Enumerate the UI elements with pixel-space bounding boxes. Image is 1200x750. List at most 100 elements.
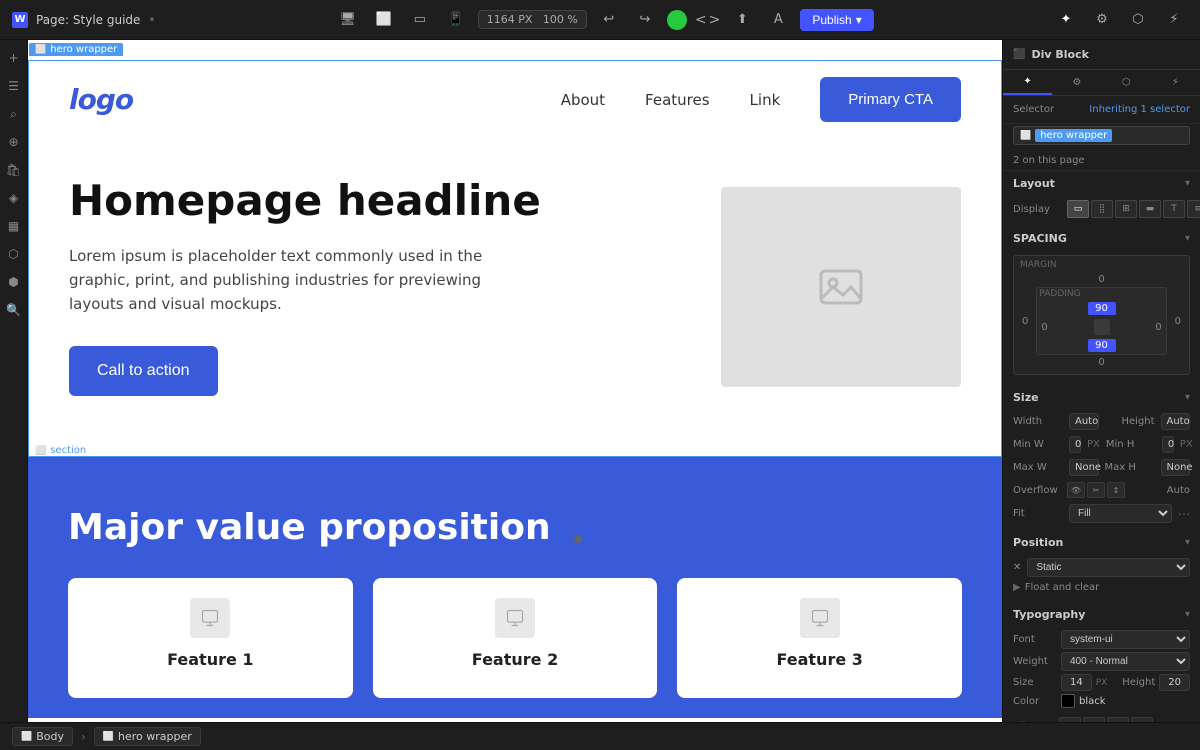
nav-link-about[interactable]: About xyxy=(561,91,605,109)
tab-interactions[interactable]: ⬡ xyxy=(1102,70,1151,95)
size-section-toggle[interactable]: Size ▾ xyxy=(1003,385,1200,410)
ecommerce-icon[interactable]: 🛍 xyxy=(2,158,26,182)
mobile-icon[interactable]: 📱 xyxy=(442,6,470,34)
display-inline-btn[interactable]: ▬ xyxy=(1139,200,1161,218)
fit-more-icon[interactable]: ⋯ xyxy=(1178,507,1190,521)
width-label: Width xyxy=(1013,416,1063,427)
nav-link-link[interactable]: Link xyxy=(750,91,781,109)
minw-input[interactable]: 0 xyxy=(1069,436,1081,453)
tab-style[interactable]: ✦ xyxy=(1003,70,1052,95)
style-panel-icon[interactable]: ✦ xyxy=(1052,6,1080,34)
margin-bottom-val[interactable]: 0 xyxy=(1018,355,1185,370)
selector-label: Selector xyxy=(1013,104,1054,115)
overflow-auto-label[interactable]: Auto xyxy=(1167,485,1190,496)
display-block-btn[interactable]: ▭ xyxy=(1067,200,1089,218)
padding-top-val[interactable]: 90 xyxy=(1088,302,1116,315)
font-select[interactable]: system-ui xyxy=(1061,630,1190,649)
position-x-icon: ✕ xyxy=(1013,562,1021,573)
webflow-logo[interactable]: W xyxy=(12,12,28,28)
undo-icon[interactable]: ↩ xyxy=(595,6,623,34)
redo-icon[interactable]: ↪ xyxy=(631,6,659,34)
feature-name-2: Feature 2 xyxy=(472,650,558,669)
display-label: Display xyxy=(1013,204,1063,215)
layout-expand-icon: ▾ xyxy=(1185,178,1190,189)
weight-select[interactable]: 400 - Normal xyxy=(1061,652,1190,671)
panel-header: ⬛ Div Block xyxy=(1003,40,1200,70)
lightning-icon[interactable]: ⚡ xyxy=(1160,6,1188,34)
cms-icon[interactable]: ⊕ xyxy=(2,130,26,154)
breadcrumb-hero-label: hero wrapper xyxy=(118,730,192,743)
nav-link-features[interactable]: Features xyxy=(645,91,710,109)
tablet-portrait-icon[interactable]: ▭ xyxy=(406,6,434,34)
page-name: Page: Style guide xyxy=(36,13,140,27)
hero-cta-button[interactable]: Call to action xyxy=(69,346,218,396)
body-icon: ⬜ xyxy=(21,732,32,742)
margin-left-val[interactable]: 0 xyxy=(1018,314,1032,329)
padding-right-val[interactable]: 0 xyxy=(1155,322,1161,333)
integrations-icon[interactable]: ⬢ xyxy=(2,270,26,294)
overflow-scroll-icon[interactable]: ↕ xyxy=(1107,482,1125,498)
publish-button[interactable]: Publish ▾ xyxy=(800,9,873,31)
nav-logo: logo xyxy=(69,83,133,116)
selector-tag[interactable]: ⬜ hero wrapper xyxy=(1013,126,1190,145)
feature-name-1: Feature 1 xyxy=(167,650,253,669)
desktop-icon[interactable]: 🖥 xyxy=(334,6,362,34)
search-icon[interactable]: ⌕ xyxy=(2,102,26,126)
width-input[interactable]: Auto xyxy=(1069,413,1099,430)
maxh-input[interactable]: None xyxy=(1161,459,1191,476)
nav-links: About Features Link Primary CTA xyxy=(561,77,961,122)
height-input[interactable]: Auto xyxy=(1161,413,1191,430)
breadcrumb-body[interactable]: ⬜ Body xyxy=(12,727,73,746)
position-select[interactable]: Static xyxy=(1027,558,1190,577)
resolution-display: 1164 PX 100 % xyxy=(478,10,587,29)
typography-label: Typography xyxy=(1013,608,1085,621)
margin-right-val[interactable]: 0 xyxy=(1171,314,1185,329)
components-icon[interactable]: ⬡ xyxy=(1124,6,1152,34)
margin-box: MARGIN 0 0 PADDING 90 0 0 xyxy=(1013,255,1190,375)
maxw-label: Max W xyxy=(1013,462,1063,473)
margin-top-val[interactable]: 0 xyxy=(1018,272,1185,287)
font-label: Font xyxy=(1013,634,1057,645)
share-icon[interactable]: A xyxy=(764,6,792,34)
settings-icon[interactable]: ⚙ xyxy=(1088,6,1116,34)
fit-select[interactable]: Fill xyxy=(1069,504,1172,523)
tab-motions[interactable]: ⚡ xyxy=(1151,70,1200,95)
selector-inherit[interactable]: Inheriting 1 selector xyxy=(1089,104,1190,115)
nav-cta-button[interactable]: Primary CTA xyxy=(820,77,961,122)
maxw-input[interactable]: None xyxy=(1069,459,1099,476)
logic-icon[interactable]: ⬡ xyxy=(2,242,26,266)
fit-row: Fit Fill ⋯ xyxy=(1003,501,1200,526)
font-size-input[interactable]: 14 xyxy=(1061,674,1092,691)
panel-tabs: ✦ ⚙ ⬡ ⚡ xyxy=(1003,70,1200,96)
export-icon[interactable]: ⬆ xyxy=(728,6,756,34)
position-section-toggle[interactable]: Position ▾ xyxy=(1003,530,1200,555)
padding-bottom-val[interactable]: 90 xyxy=(1088,339,1116,352)
display-flex-btn[interactable]: ⣿ xyxy=(1091,200,1113,218)
font-size-label: Size xyxy=(1013,677,1057,688)
display-grid-btn[interactable]: ⊞ xyxy=(1115,200,1137,218)
add-element-icon[interactable]: + xyxy=(2,46,26,70)
tab-settings[interactable]: ⚙ xyxy=(1052,70,1101,95)
display-text-btn[interactable]: T xyxy=(1163,200,1185,218)
layout-section-toggle[interactable]: Layout ▾ xyxy=(1003,171,1200,196)
float-row[interactable]: ▶ Float and clear xyxy=(1013,580,1190,595)
padding-left-val[interactable]: 0 xyxy=(1041,322,1047,333)
code-toggle[interactable]: <> xyxy=(695,12,720,28)
components2-icon[interactable]: ◈ xyxy=(2,186,26,210)
overflow-hidden-icon[interactable]: ✂ xyxy=(1087,482,1105,498)
find-icon[interactable]: 🔍 xyxy=(2,298,26,322)
overflow-visible-icon[interactable]: 👁 xyxy=(1067,482,1085,498)
breadcrumb-hero-wrapper[interactable]: ⬜ hero wrapper xyxy=(94,727,201,746)
typography-section-toggle[interactable]: Typography ▾ xyxy=(1003,602,1200,627)
spacing-section-toggle[interactable]: SPACING ▾ xyxy=(1003,226,1200,251)
minh-input[interactable]: 0 xyxy=(1162,436,1174,453)
topbar: W Page: Style guide • 🖥 ⬜ ▭ 📱 1164 PX 10… xyxy=(0,0,1200,40)
overflow-row: Overflow 👁 ✂ ↕ Auto xyxy=(1003,479,1200,501)
navigator-icon[interactable]: ☰ xyxy=(2,74,26,98)
color-swatch[interactable] xyxy=(1061,694,1075,708)
assets-icon[interactable]: ▦ xyxy=(2,214,26,238)
tablet-landscape-icon[interactable]: ⬜ xyxy=(370,6,398,34)
line-height-input[interactable]: 20 xyxy=(1159,674,1190,691)
display-more-btn[interactable]: ≡ xyxy=(1187,200,1200,218)
fit-label: Fit xyxy=(1013,508,1063,519)
